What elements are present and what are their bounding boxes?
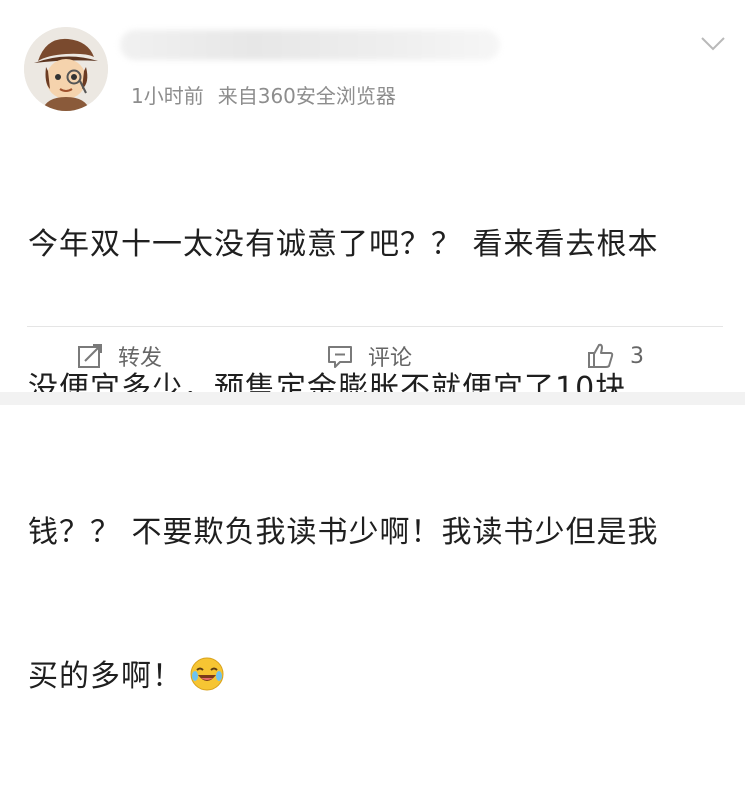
repost-button[interactable]: 转发 (76, 336, 162, 376)
post-text-line-last: 买的多啊！ (28, 653, 728, 701)
post-time: 1小时前 (131, 84, 204, 108)
post-text-line-text: 买的多啊！ (28, 659, 183, 694)
laughing-crying-emoji-icon (190, 657, 224, 691)
post-meta: 1小时前 来自360安全浏览器 (131, 80, 396, 109)
action-divider (27, 326, 723, 327)
repost-icon (78, 344, 102, 368)
like-button[interactable]: 3 (586, 336, 644, 376)
thumbs-up-icon (588, 343, 614, 368)
chevron-down-icon[interactable] (700, 36, 726, 52)
comment-button[interactable]: 评论 (326, 336, 412, 376)
post-text-line: 钱？？ 不要欺负我读书少啊！我读书少但是我 (28, 515, 659, 550)
like-count: 3 (630, 343, 644, 369)
post-content: 今年双十一太没有诚意了吧？？ 看来看去根本 没便宜多少，预售定金膨胀不就便宜了1… (28, 125, 728, 797)
card-bottom-separator (0, 392, 745, 405)
repost-label: 转发 (118, 346, 163, 371)
post-text-line: 今年双十一太没有诚意了吧？？ 看来看去根本 (28, 227, 659, 262)
user-avatar[interactable] (24, 27, 108, 111)
post-source[interactable]: 来自360安全浏览器 (218, 80, 396, 109)
detective-avatar-icon (24, 27, 108, 111)
username-blurred[interactable] (120, 30, 500, 60)
comment-label: 评论 (368, 346, 413, 371)
comment-icon (328, 346, 352, 368)
